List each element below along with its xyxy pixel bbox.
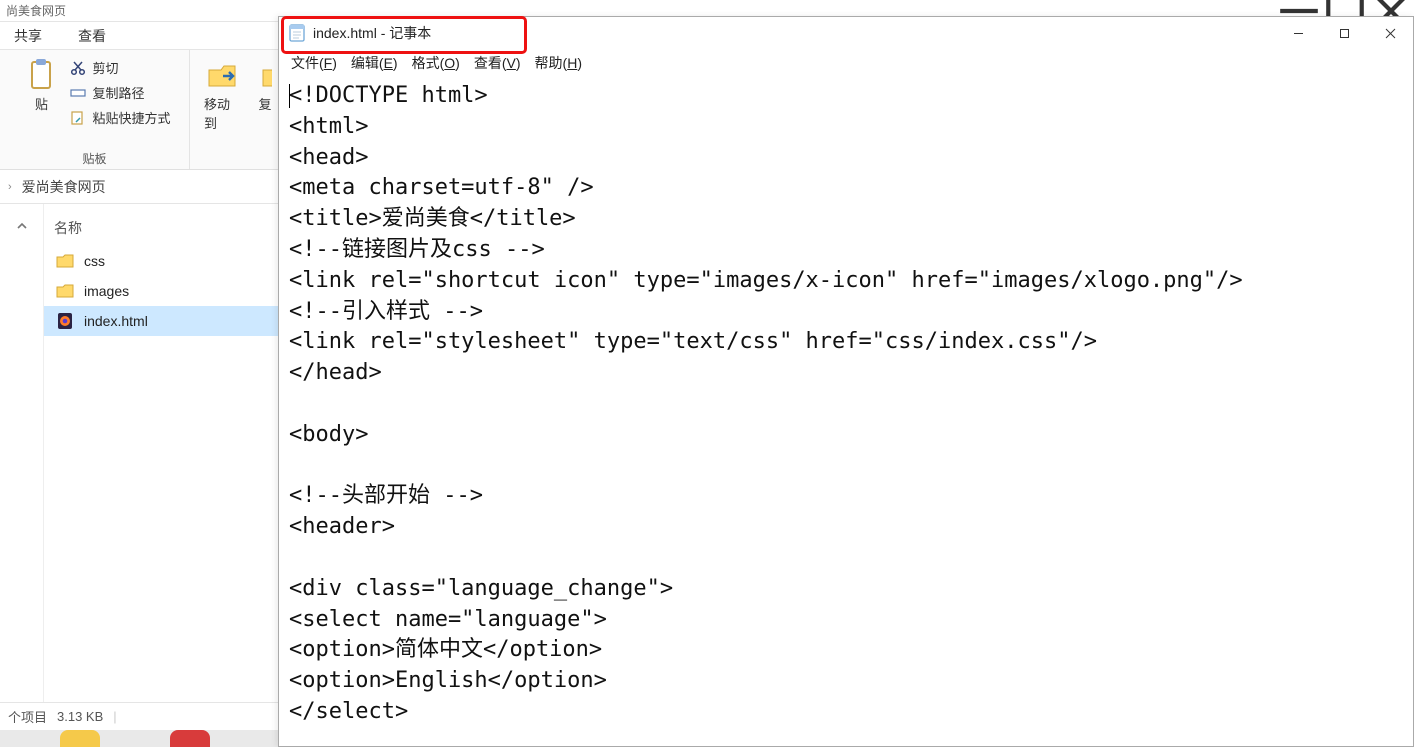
menu-format[interactable]: 格式(O)	[412, 53, 460, 73]
notepad-icon	[289, 24, 305, 42]
taskbar-icon[interactable]	[170, 730, 210, 747]
notepad-text-area[interactable]: <!DOCTYPE html> <html> <head> <meta char…	[279, 77, 1413, 738]
breadcrumb-chevron-icon: ›	[8, 181, 12, 193]
menu-help[interactable]: 帮助(H)	[535, 53, 582, 73]
paste-shortcut-button[interactable]: 粘贴快捷方式	[70, 108, 170, 127]
copy-to-icon	[259, 58, 272, 92]
path-icon	[70, 85, 86, 101]
notepad-window-controls	[1275, 17, 1413, 49]
explorer-nav-pane	[0, 204, 44, 702]
status-item-count: 个项目	[8, 707, 47, 726]
copy-path-button[interactable]: 复制路径	[70, 83, 170, 102]
menu-view[interactable]: 查看(V)	[474, 53, 521, 73]
taskbar-fragment	[0, 730, 278, 747]
firefox-html-icon	[56, 312, 74, 330]
notepad-menubar: 文件(F) 编辑(E) 格式(O) 查看(V) 帮助(H)	[279, 49, 1413, 77]
move-to-icon	[205, 58, 239, 92]
paste-button[interactable]: 贴	[18, 56, 64, 115]
minimize-button[interactable]	[1275, 17, 1321, 49]
menu-file[interactable]: 文件(F)	[291, 53, 337, 73]
clipboard-icon	[24, 58, 58, 92]
breadcrumb-folder[interactable]: 爱尚美食网页	[22, 177, 106, 197]
folder-icon	[56, 252, 74, 270]
tab-share[interactable]: 共享	[14, 26, 42, 46]
status-size: 3.13 KB	[57, 709, 103, 724]
cut-button[interactable]: 剪切	[70, 58, 170, 77]
taskbar-icon[interactable]	[60, 730, 100, 747]
copy-to-button[interactable]: 复	[253, 56, 272, 134]
shortcut-icon	[70, 110, 86, 126]
close-button[interactable]	[1367, 17, 1413, 49]
maximize-button[interactable]	[1321, 17, 1367, 49]
notepad-titlebar[interactable]: index.html - 记事本	[279, 17, 1413, 49]
clipboard-group-label: 贴板	[82, 146, 106, 167]
move-to-button[interactable]: 移动到	[198, 56, 247, 134]
folder-icon	[56, 282, 74, 300]
scissors-icon	[70, 60, 86, 76]
collapse-tree-icon[interactable]	[0, 204, 43, 248]
notepad-title: index.html - 记事本	[313, 23, 431, 43]
tab-view[interactable]: 查看	[78, 26, 106, 46]
paste-label: 贴	[35, 94, 48, 113]
notepad-window: index.html - 记事本 文件(F) 编辑(E) 格式(O) 查看(V)…	[278, 16, 1414, 747]
menu-edit[interactable]: 编辑(E)	[351, 53, 398, 73]
explorer-status-bar: 个项目 3.13 KB |	[0, 702, 278, 730]
